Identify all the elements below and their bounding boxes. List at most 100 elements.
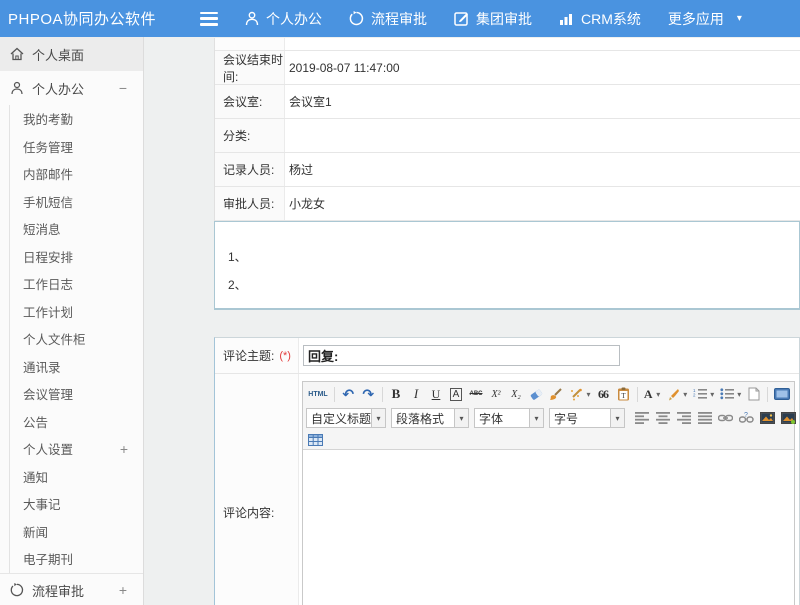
font-size-select[interactable]: 字号 ▾ [549, 408, 625, 428]
remove-format-button[interactable] [527, 385, 546, 403]
caret-down-icon: ▾ [737, 13, 742, 24]
caret-down-icon[interactable]: ▾ [530, 408, 544, 428]
unordered-list-button[interactable] [717, 385, 736, 403]
redo-button[interactable]: ↷ [359, 385, 378, 403]
row-value: 杨过 [285, 153, 800, 186]
font-color-button[interactable]: A [641, 385, 655, 403]
chart-icon [559, 12, 574, 26]
sidebar-item-desktop[interactable]: 个人桌面 [0, 37, 143, 71]
content-line: 1、 [215, 248, 799, 265]
nav-label: CRM系统 [581, 9, 641, 29]
ordered-list-caret-icon[interactable]: ▾ [710, 390, 716, 399]
custom-title-select[interactable]: 自定义标题 ▾ [306, 408, 386, 428]
superscript-button[interactable]: X² [487, 385, 506, 403]
row-label: 记录人员: [215, 153, 285, 186]
toolbar-row-1: HTML ↶ ↷ B I U A ABC X² X₂ [306, 383, 791, 405]
caret-down-icon[interactable]: ▾ [455, 408, 469, 428]
format-brush-button[interactable] [547, 385, 566, 403]
sidebar-section-flow-approval[interactable]: 流程审批 + [0, 573, 143, 605]
sidebar-item-schedule[interactable]: 日程安排 [10, 243, 143, 271]
row-label: 会议结束时间: [215, 51, 285, 84]
nav-label: 更多应用 [668, 9, 724, 29]
home-icon [10, 47, 24, 61]
person-icon [245, 11, 259, 26]
bold-button[interactable]: B [387, 385, 406, 403]
font-style-button[interactable]: A [447, 385, 466, 403]
underline-button[interactable]: U [427, 385, 446, 403]
nav-crm-system[interactable]: CRM系统 [559, 9, 641, 29]
table-row-category: 分类: [215, 119, 800, 153]
row-label: 审批人员: [215, 187, 285, 220]
image-upload-icon[interactable] [779, 409, 798, 427]
nav-flow-approval[interactable]: 流程审批 [349, 9, 427, 29]
comment-subject-row: 评论主题: (*) [215, 338, 799, 374]
sidebar-item-meeting-management[interactable]: 会议管理 [10, 380, 143, 408]
align-right-button[interactable] [674, 409, 693, 427]
sidebar-section-label: 流程审批 [32, 581, 84, 600]
table-row-approver: 审批人员: 小龙女 [215, 187, 800, 221]
comment-subject-input[interactable] [303, 345, 620, 366]
autotypeset-caret-icon[interactable]: ▾ [587, 390, 593, 399]
html-source-button[interactable]: HTML [306, 385, 330, 403]
nav-more-apps[interactable]: 更多应用 ▾ [668, 9, 742, 29]
expand-icon[interactable]: + [120, 441, 128, 457]
unlink-icon[interactable]: ? [737, 409, 756, 427]
italic-button[interactable]: I [407, 385, 426, 403]
sidebar-item-sms[interactable]: 手机短信 [10, 188, 143, 216]
undo-button[interactable]: ↶ [339, 385, 358, 403]
sidebar-item-internal-mail[interactable]: 内部邮件 [10, 160, 143, 188]
highlight-caret-icon[interactable]: ▾ [683, 390, 689, 399]
font-color-caret-icon[interactable]: ▾ [656, 390, 662, 399]
sidebar-item-events[interactable]: 大事记 [10, 490, 143, 518]
sidebar-item-tasks[interactable]: 任务管理 [10, 133, 143, 161]
sidebar-item-work-log[interactable]: 工作日志 [10, 270, 143, 298]
link-icon[interactable] [716, 409, 735, 427]
paste-text-button[interactable]: T [614, 385, 633, 403]
hamburger-icon[interactable] [200, 12, 218, 26]
sidebar-section-label: 个人办公 [32, 79, 84, 98]
caret-down-icon[interactable]: ▾ [611, 408, 625, 428]
fullscreen-button[interactable] [772, 385, 791, 403]
sidebar-item-contacts[interactable]: 通讯录 [10, 353, 143, 381]
blockquote-button[interactable]: 66 [594, 385, 613, 403]
sidebar: 个人桌面 个人办公 − 我的考勤 任务管理 内部邮件 手机短信 短消息 日程安排… [0, 37, 144, 605]
row-value: 2019-08-07 11:47:00 [285, 51, 800, 84]
image-icon[interactable] [758, 409, 777, 427]
paragraph-format-select[interactable]: 段落格式 ▾ [391, 408, 469, 428]
sidebar-section-personal-office[interactable]: 个人办公 − [0, 71, 143, 105]
sidebar-item-announcement[interactable]: 公告 [10, 408, 143, 436]
sidebar-item-notice[interactable]: 通知 [10, 463, 143, 491]
align-left-button[interactable] [632, 409, 651, 427]
sidebar-item-work-plan[interactable]: 工作计划 [10, 298, 143, 326]
font-family-select[interactable]: 字体 ▾ [474, 408, 544, 428]
sidebar-item-personal-settings[interactable]: 个人设置 + [10, 435, 143, 463]
caret-down-icon[interactable]: ▾ [372, 408, 386, 428]
sidebar-item-short-message[interactable]: 短消息 [10, 215, 143, 243]
comment-form: 评论主题: (*) 评论内容: HTML ↶ ↷ [214, 337, 800, 605]
subscript-button[interactable]: X₂ [507, 385, 526, 403]
sidebar-item-e-journal[interactable]: 电子期刊 [10, 545, 143, 573]
editor-content-area[interactable] [303, 450, 794, 605]
sidebar-item-attendance[interactable]: 我的考勤 [10, 105, 143, 133]
sidebar-submenu: 我的考勤 任务管理 内部邮件 手机短信 短消息 日程安排 工作日志 工作计划 个… [9, 105, 143, 573]
nav-group-approval[interactable]: 集团审批 [454, 9, 532, 29]
ordered-list-button[interactable]: 12 [690, 385, 709, 403]
unordered-list-caret-icon[interactable]: ▾ [737, 390, 743, 399]
sidebar-item-file-cabinet[interactable]: 个人文件柜 [10, 325, 143, 353]
row-label: 会议室: [215, 85, 285, 118]
nav-label: 流程审批 [371, 9, 427, 29]
autotypeset-button[interactable] [567, 385, 586, 403]
row-value [285, 119, 800, 152]
align-center-button[interactable] [653, 409, 672, 427]
strikethrough-button[interactable]: ABC [467, 385, 486, 403]
collapse-icon[interactable]: − [119, 80, 127, 96]
highlight-color-button[interactable] [663, 385, 682, 403]
svg-text:T: T [621, 392, 626, 400]
nav-personal-office[interactable]: 个人办公 [245, 9, 322, 29]
align-justify-button[interactable] [695, 409, 714, 427]
main-content: 会议结束时间: 2019-08-07 11:47:00 会议室: 会议室1 分类… [145, 37, 800, 605]
table-icon[interactable] [306, 431, 325, 449]
sidebar-item-news[interactable]: 新闻 [10, 518, 143, 546]
new-page-button[interactable] [744, 385, 763, 403]
expand-icon[interactable]: + [119, 582, 127, 598]
